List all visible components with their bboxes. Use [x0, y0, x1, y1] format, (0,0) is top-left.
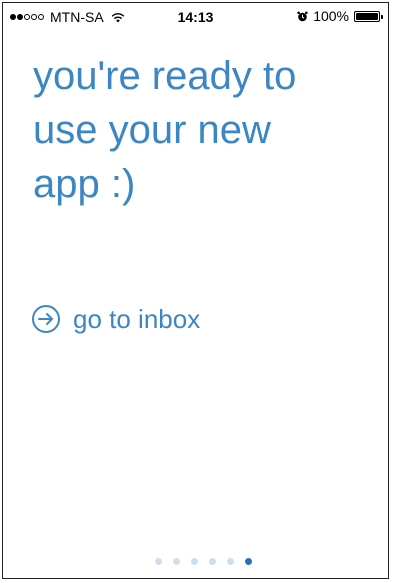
status-bar: MTN-SA 14:13 100% — [3, 3, 388, 29]
page-dot[interactable] — [155, 558, 162, 565]
arrow-right-circle-icon — [32, 305, 60, 333]
page-dot[interactable] — [209, 558, 216, 565]
page-indicator[interactable] — [11, 558, 388, 565]
alarm-icon — [297, 11, 308, 21]
battery-fill — [356, 12, 378, 20]
app-screen: MTN-SA 14:13 100% you're ready to use yo… — [2, 2, 389, 579]
page-dot[interactable] — [173, 558, 180, 565]
battery-icon — [354, 10, 383, 22]
onboarding-heading: you're ready to use your new app :) — [33, 54, 297, 206]
page-dot[interactable] — [191, 558, 198, 565]
page-dot[interactable] — [227, 558, 234, 565]
go-to-inbox-link[interactable]: go to inbox — [32, 303, 200, 335]
page-dot-active[interactable] — [245, 558, 252, 565]
battery-status: 100% — [297, 8, 383, 24]
battery-percent: 100% — [313, 8, 349, 24]
go-to-inbox-label: go to inbox — [73, 304, 201, 334]
battery-nub — [381, 14, 383, 19]
